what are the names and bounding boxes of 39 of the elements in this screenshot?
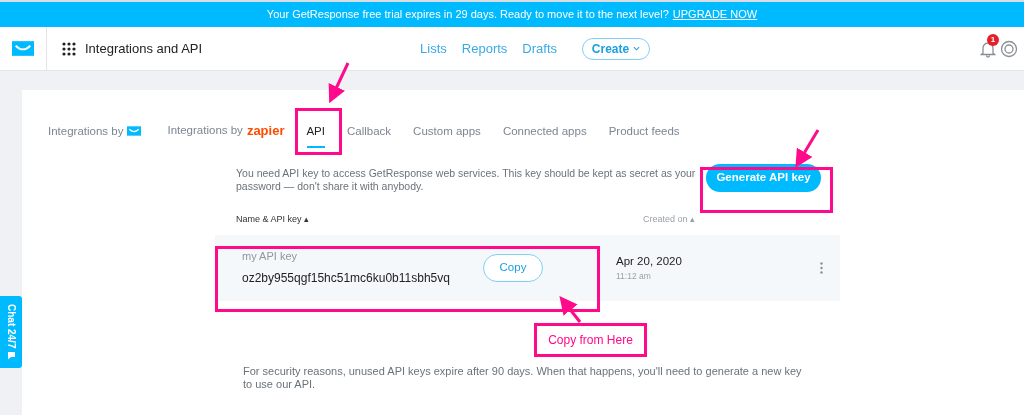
zapier-logo: zapier: [246, 121, 285, 140]
chevron-down-icon: [633, 46, 641, 51]
copy-button[interactable]: Copy: [483, 253, 543, 282]
tab[interactable]: Integrations by: [48, 122, 142, 148]
more-options-icon[interactable]: [820, 261, 823, 274]
chat-tab[interactable]: Chat 24/7: [0, 296, 22, 368]
created-time: 11:12 am: [616, 269, 652, 283]
tab[interactable]: Connected apps: [502, 122, 587, 148]
upgrade-link[interactable]: UPGRADE NOW: [672, 6, 758, 23]
tab[interactable]: Integrations by zapier: [167, 120, 285, 148]
banner-text: Your GetResponse free trial expires in 29 days. Ready to move it to the next level?: [266, 7, 669, 23]
page-title: Integrations and API: [85, 39, 203, 58]
apps-grid-icon[interactable]: [62, 41, 76, 56]
intro-text: You need API key to access GetResponse web services. This key should be kept as secret as your password — don't share it with anybody.: [236, 167, 696, 193]
chat-bubble-icon: [6, 351, 16, 361]
chat-label: Chat 24/7: [4, 303, 18, 349]
column-header[interactable]: Name & API key ▴: [236, 213, 643, 227]
column-header[interactable]: Created on ▴: [643, 213, 696, 227]
nav-link[interactable]: Lists: [420, 38, 447, 59]
pointer-arrow: [328, 62, 350, 104]
callout-label: Copy from Here: [534, 323, 647, 357]
created-date: Apr 20, 2020: [616, 253, 682, 269]
tab[interactable]: Callback: [347, 122, 392, 148]
pointer-arrow: [795, 129, 820, 168]
nav-link[interactable]: Reports: [461, 38, 508, 59]
tab[interactable]: Custom apps: [413, 122, 481, 148]
notification-badge: 1: [987, 33, 999, 46]
tab[interactable]: API: [306, 122, 325, 148]
pointer-arrow: [559, 295, 582, 323]
expiry-note: For security reasons, unused API keys expire after 90 days. When that happens, you'll need to generate a new key to use our API.: [242, 364, 803, 391]
generate-api-key-button[interactable]: Generate API key: [706, 164, 821, 192]
envelope-logo-icon: [12, 41, 34, 56]
envelope-logo-icon: [127, 126, 142, 137]
help-lifebuoy-icon[interactable]: [1000, 39, 1018, 58]
key-name: my API key: [242, 248, 299, 264]
tab[interactable]: Product feeds: [608, 122, 680, 148]
api-key-value: oz2by955qgf15hc51mc6ku0b11sbh5vq: [242, 270, 451, 288]
nav-link[interactable]: Drafts: [522, 38, 558, 59]
highlight-frame: [295, 108, 342, 155]
